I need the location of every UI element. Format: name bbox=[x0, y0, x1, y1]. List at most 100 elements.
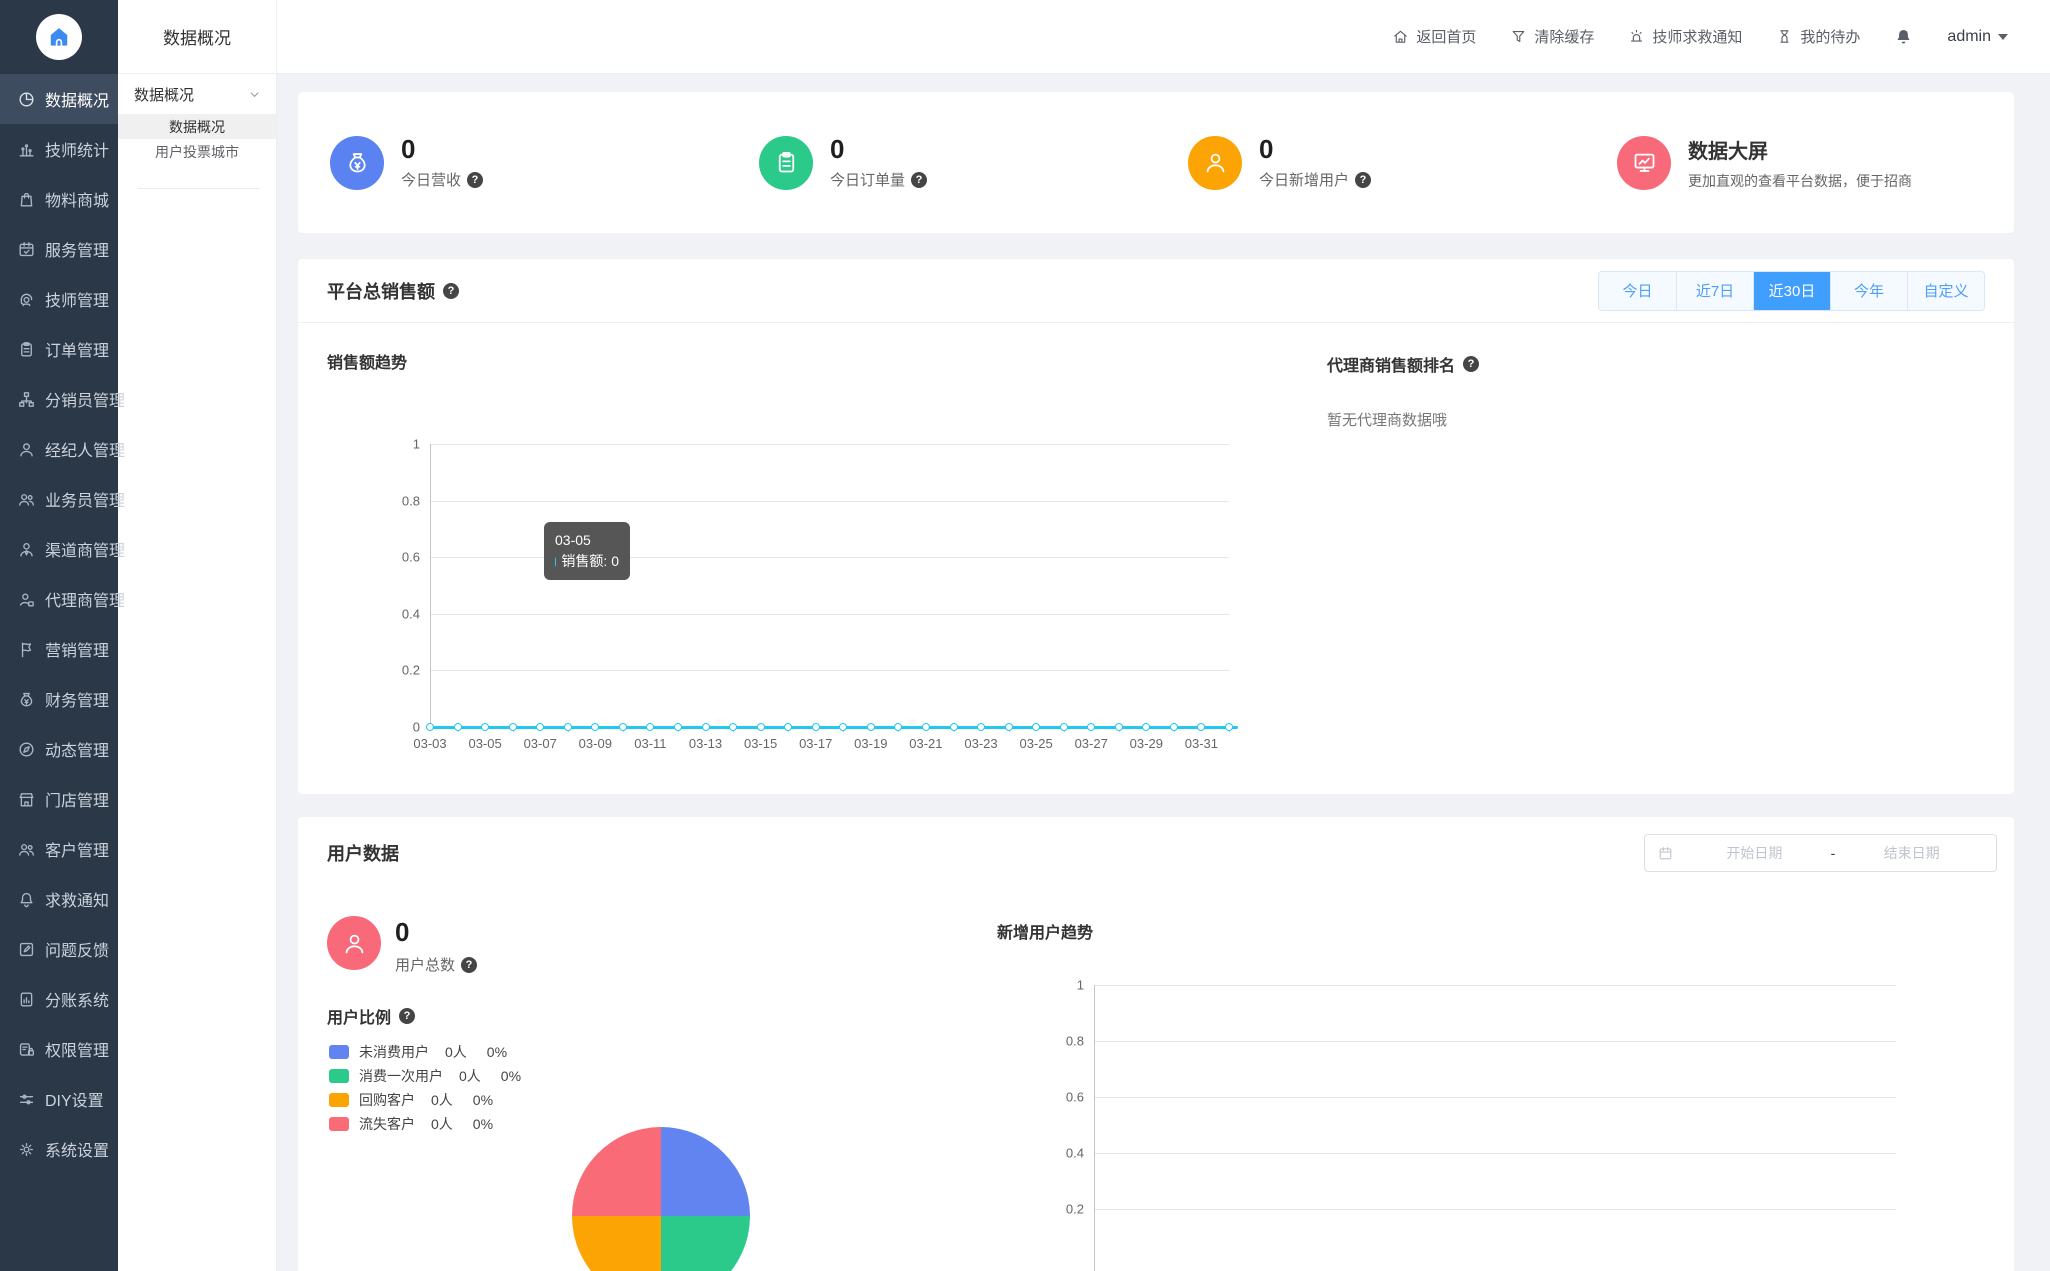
legend-label: 回购客户 bbox=[359, 1092, 415, 1108]
legend-item-3[interactable]: 流失客户 0人 0% bbox=[329, 1112, 521, 1136]
data-point-marker[interactable] bbox=[646, 723, 655, 731]
range-tab-2[interactable]: 近30日 bbox=[1753, 271, 1830, 310]
data-point-marker[interactable] bbox=[563, 723, 572, 731]
user-ratio-pie-chart[interactable] bbox=[572, 1127, 750, 1271]
data-point-marker[interactable] bbox=[729, 723, 738, 731]
data-point-marker[interactable] bbox=[1142, 723, 1151, 731]
data-point-marker[interactable] bbox=[536, 723, 545, 731]
help-icon[interactable]: ? bbox=[461, 956, 478, 973]
data-point-marker[interactable] bbox=[784, 723, 793, 731]
sidebar-item-16[interactable]: 求救通知 bbox=[0, 874, 118, 924]
data-point-marker[interactable] bbox=[921, 723, 930, 731]
help-icon[interactable]: ? bbox=[911, 171, 928, 188]
data-point-marker[interactable] bbox=[1059, 723, 1068, 731]
range-tab-3[interactable]: 今年 bbox=[1830, 271, 1907, 310]
help-icon[interactable]: ? bbox=[1355, 171, 1372, 188]
sidebar-item-14[interactable]: 门店管理 bbox=[0, 774, 118, 824]
bell-solid-icon bbox=[1897, 30, 1910, 44]
gear-icon bbox=[19, 1142, 34, 1156]
stat-card-title[interactable]: 数据大屏 bbox=[1688, 135, 1912, 164]
data-point-marker[interactable] bbox=[453, 723, 462, 731]
data-point-marker[interactable] bbox=[1004, 723, 1013, 731]
sidebar-item-6[interactable]: 分销员管理 bbox=[0, 374, 125, 424]
data-point-marker[interactable] bbox=[481, 723, 490, 731]
data-point-marker[interactable] bbox=[1114, 723, 1123, 731]
legend-item-2[interactable]: 回购客户 0人 0% bbox=[329, 1088, 521, 1112]
help-icon[interactable]: ? bbox=[467, 171, 484, 188]
sidebar-item-21[interactable]: 系统设置 bbox=[0, 1124, 118, 1174]
data-point-marker[interactable] bbox=[591, 723, 600, 731]
data-point-marker[interactable] bbox=[701, 723, 710, 731]
sidebar-item-12[interactable]: 财务管理 bbox=[0, 674, 118, 724]
user-menu[interactable]: admin bbox=[1947, 28, 2008, 46]
sales-trend-chart[interactable]: 0 0.2 0.4 0.6 0.8 1 03-03 03-05 03-07 03-09 03-11 0… bbox=[402, 437, 1238, 751]
money-bag-icon bbox=[20, 692, 33, 706]
sidebar-item-4[interactable]: 技师管理 bbox=[0, 274, 118, 324]
help-icon[interactable]: ? bbox=[443, 282, 459, 299]
calendar-icon bbox=[1657, 845, 1674, 862]
sidebar-item-1[interactable]: 技师统计 bbox=[0, 124, 118, 174]
sidebar-item-label: 物料商城 bbox=[45, 193, 110, 210]
admin-dashboard: 数据概况 技师统计物料商城服务管理 技师管理 订单管理 分销员管理 经纪人管理 业务员管理渠… bbox=[0, 0, 2050, 1271]
sidebar-item-17[interactable]: 问题反馈 bbox=[0, 924, 118, 974]
end-date-input[interactable]: 结束日期 bbox=[1839, 843, 1984, 863]
stat-card-subtitle: 更加直观的查看平台数据，便于招商 bbox=[1688, 172, 1912, 189]
legend-item-0[interactable]: 未消费用户 0人 0% bbox=[329, 1040, 521, 1064]
data-point-marker[interactable] bbox=[811, 723, 820, 731]
data-point-marker[interactable] bbox=[1087, 723, 1096, 731]
sidebar-item-5[interactable]: 订单管理 bbox=[0, 324, 118, 374]
data-point-marker[interactable] bbox=[894, 723, 903, 731]
sidebar-item-7[interactable]: 经纪人管理 bbox=[0, 424, 125, 474]
data-point-marker[interactable] bbox=[618, 723, 627, 731]
store-icon bbox=[19, 792, 34, 807]
sidebar-item-18[interactable]: 分账系统 bbox=[0, 974, 118, 1024]
sidebar-item-label: 权限管理 bbox=[45, 1043, 110, 1060]
sidebar-item-8[interactable]: 业务员管理 bbox=[0, 474, 125, 524]
sidebar-item-9[interactable]: 渠道商管理 bbox=[0, 524, 125, 574]
submenu-group-toggle[interactable]: 数据概况 bbox=[118, 74, 276, 114]
submenu-item-1[interactable]: 用户投票城市 bbox=[118, 139, 276, 164]
header-nav-0[interactable]: 返回首页 bbox=[1392, 26, 1476, 47]
data-point-marker[interactable] bbox=[508, 723, 517, 731]
sidebar-item-3[interactable]: 服务管理 bbox=[0, 224, 118, 274]
sidebar-item-10[interactable]: 代理商管理 bbox=[0, 574, 125, 624]
sidebar-item-19[interactable]: 权限管理 bbox=[0, 1024, 118, 1074]
sidebar-item-13[interactable]: 动态管理 bbox=[0, 724, 118, 774]
new-users-trend-chart[interactable]: 1 0.8 0.6 0.4 0.2 bbox=[1066, 978, 1896, 1271]
data-point-marker[interactable] bbox=[1169, 723, 1178, 731]
sidebar-item-2[interactable]: 物料商城 bbox=[0, 174, 118, 224]
data-point-marker[interactable] bbox=[977, 723, 985, 731]
header-nav-3[interactable]: 我的待办 bbox=[1776, 26, 1860, 47]
data-point-marker[interactable] bbox=[426, 723, 434, 731]
total-users-label: 用户总数 ? bbox=[395, 954, 478, 975]
help-icon[interactable]: ? bbox=[399, 1008, 416, 1024]
app-logo[interactable] bbox=[0, 0, 118, 74]
header-nav-2[interactable]: 技师求救通知 bbox=[1628, 26, 1742, 47]
new-users-trend-title: 新增用户趋势 bbox=[997, 925, 1094, 942]
date-range-picker[interactable]: 开始日期 - 结束日期 bbox=[1644, 834, 1997, 872]
data-point-marker[interactable] bbox=[866, 723, 875, 731]
data-point-marker[interactable] bbox=[1197, 723, 1206, 731]
data-point-marker[interactable] bbox=[674, 723, 682, 731]
x-axis-label: 03-09 bbox=[578, 736, 612, 751]
sidebar-item-11[interactable]: 营销管理 bbox=[0, 624, 118, 674]
range-tab-1[interactable]: 近7日 bbox=[1676, 271, 1753, 310]
sidebar-item-20[interactable]: DIY设置 bbox=[0, 1074, 118, 1124]
legend-item-1[interactable]: 消费一次用户 0人 0% bbox=[329, 1064, 521, 1088]
data-point-marker[interactable] bbox=[839, 723, 848, 731]
data-point-marker[interactable] bbox=[949, 723, 958, 731]
submenu-item-0[interactable]: 数据概况 bbox=[118, 114, 276, 139]
help-icon[interactable]: ? bbox=[1463, 356, 1480, 372]
bar-chart-icon bbox=[19, 143, 34, 157]
data-point-marker[interactable] bbox=[1225, 723, 1233, 731]
stat-card-icon-circle bbox=[1188, 135, 1242, 190]
sidebar-item-0[interactable]: 数据概况 bbox=[0, 74, 118, 124]
range-tab-0[interactable]: 今日 bbox=[1599, 272, 1676, 310]
sidebar-item-15[interactable]: 客户管理 bbox=[0, 824, 118, 874]
data-point-marker[interactable] bbox=[756, 723, 765, 731]
data-point-marker[interactable] bbox=[1032, 723, 1041, 731]
notifications-bell-button[interactable] bbox=[1894, 27, 1913, 46]
start-date-input[interactable]: 开始日期 bbox=[1682, 843, 1827, 863]
range-tab-4[interactable]: 自定义 bbox=[1907, 271, 1984, 310]
header-nav-1[interactable]: 清除缓存 bbox=[1510, 26, 1594, 47]
